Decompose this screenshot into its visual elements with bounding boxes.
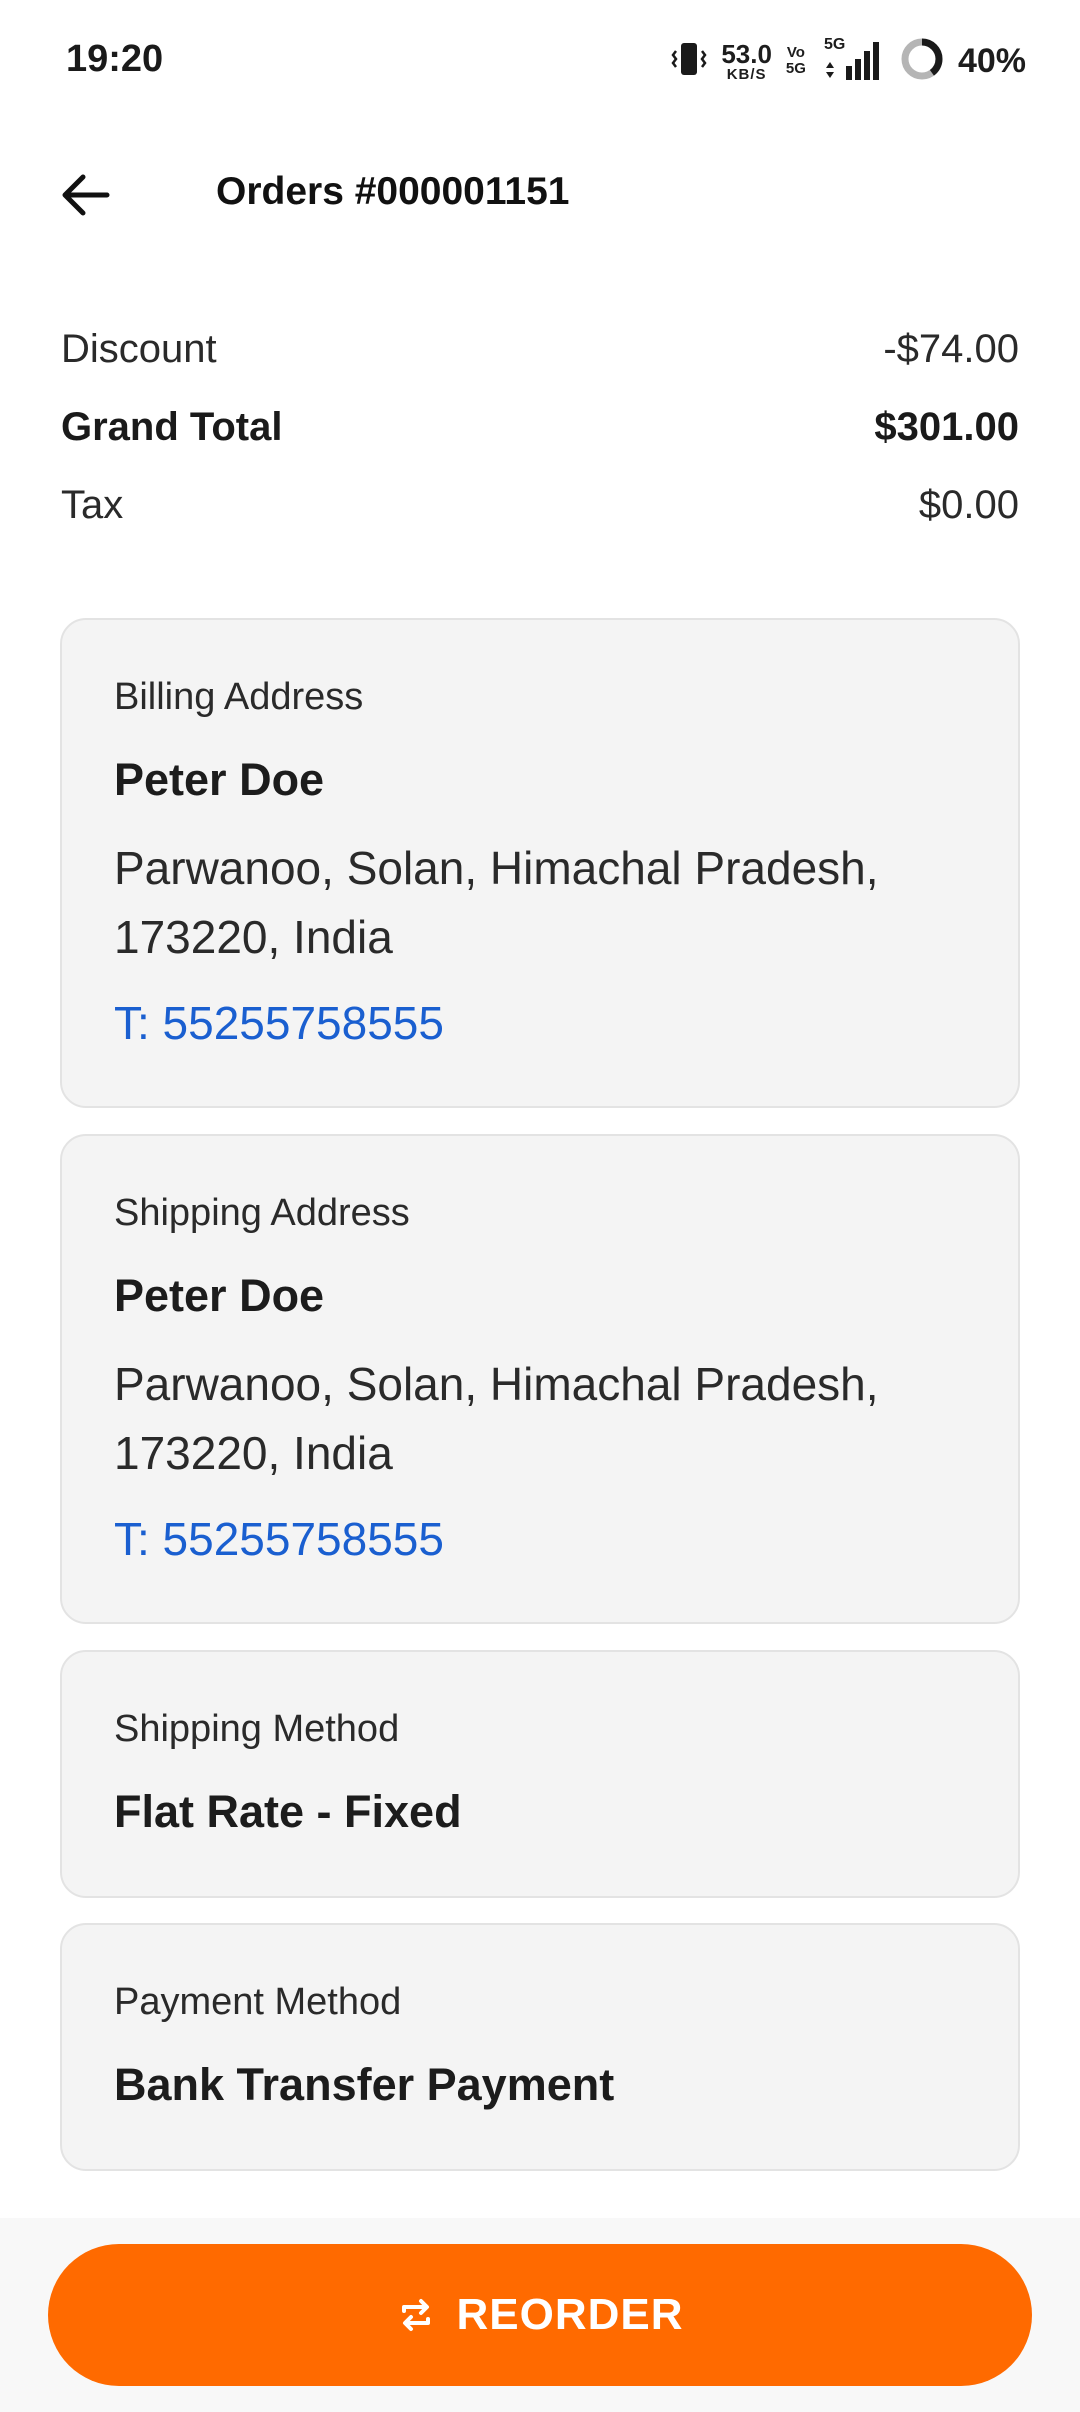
status-time: 19:20 <box>66 38 164 80</box>
volte-top: Vo <box>786 44 805 62</box>
vibrate-icon <box>671 39 707 84</box>
shipping-name: Peter Doe <box>114 1270 325 1321</box>
arrow-left-icon <box>62 174 110 216</box>
shipping-address-label: Shipping Address <box>114 1192 410 1234</box>
back-button[interactable] <box>50 160 120 230</box>
reorder-label: REORDER <box>456 2290 684 2339</box>
payment-method-label: Payment Method <box>114 1981 402 2023</box>
signal-icon: 5G <box>820 36 886 84</box>
shipping-method-label: Shipping Method <box>114 1708 400 1750</box>
total-row-discount: Discount -$74.00 <box>61 310 1019 388</box>
payment-method-value: Bank Transfer Payment <box>114 2059 615 2110</box>
shipping-method-value: Flat Rate - Fixed <box>114 1786 462 1837</box>
billing-address-text: Parwanoo, Solan, Himachal Pradesh, 17322… <box>114 842 879 963</box>
battery-icon <box>900 37 944 86</box>
shipping-address-text: Parwanoo, Solan, Himachal Pradesh, 17322… <box>114 1358 879 1479</box>
shipping-method-card: Shipping Method Flat Rate - Fixed <box>60 1650 1020 1898</box>
payment-method-card: Payment Method Bank Transfer Payment <box>60 1923 1020 2171</box>
partial-row-clipped <box>0 270 1080 284</box>
page-title: Orders #000001151 <box>216 170 570 213</box>
volte-indicator: Vo 5G <box>786 45 806 77</box>
shipping-address-card: Shipping Address Peter Doe Parwanoo, Sol… <box>60 1134 1020 1624</box>
total-row-tax: Tax $0.00 <box>61 466 1019 544</box>
billing-name: Peter Doe <box>114 754 325 805</box>
billing-address-card: Billing Address Peter Doe Parwanoo, Sola… <box>60 618 1020 1108</box>
repeat-icon <box>402 2299 431 2331</box>
network-speed-value: 53.0 <box>721 38 772 69</box>
total-label: Discount <box>61 326 217 371</box>
reorder-button[interactable]: REORDER <box>48 2244 1032 2386</box>
network-speed: 53.0 KB/S <box>721 41 772 82</box>
battery-percent: 40% <box>957 41 1026 80</box>
network-speed-unit: KB/S <box>726 65 767 83</box>
billing-phone-link[interactable]: T: 55255758555 <box>114 996 444 1050</box>
total-row-grand-total: Grand Total $301.00 <box>61 388 1019 466</box>
billing-address-label: Billing Address <box>114 676 364 718</box>
shipping-phone-link[interactable]: T: 55255758555 <box>114 1512 444 1566</box>
total-label: Tax <box>61 482 124 527</box>
total-value: $301.00 <box>874 404 1019 449</box>
app-bar: Orders #000001151 <box>0 120 1080 270</box>
total-value: $0.00 <box>918 482 1019 527</box>
volte-bottom: 5G <box>785 60 806 77</box>
total-value: -$74.00 <box>883 326 1019 371</box>
bottom-action-bar: REORDER <box>0 2218 1080 2412</box>
status-icons: 53.0 KB/S Vo 5G 5G 40% <box>671 36 1026 86</box>
total-label: Grand Total <box>61 404 283 449</box>
order-totals: Discount -$74.00 Grand Total $301.00 Tax… <box>61 310 1019 544</box>
status-bar: 19:20 53.0 KB/S Vo 5G 5G 40% <box>0 0 1080 120</box>
